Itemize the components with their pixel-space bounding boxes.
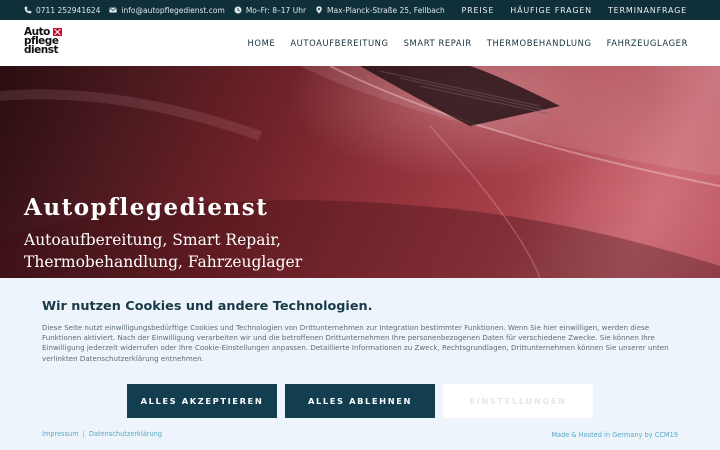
top-links: PREISE HÄUFIGE FRAGEN TERMINANFRAGE <box>446 0 687 20</box>
cookie-description: Diese Seite nutzt einwilligungsbedürftig… <box>42 323 669 363</box>
email-contact[interactable]: info@autopflegedienst.com <box>109 5 225 15</box>
address-contact[interactable]: Max-Planck-Straße 25, Fellbach <box>315 6 445 15</box>
hero-title: Autopflegedienst <box>24 194 269 221</box>
hero-subtitle-line2: Thermobehandlung, Fahrzeuglager <box>24 253 303 271</box>
nav-item-fahrzeuglager[interactable]: FAHRZEUGLAGER <box>607 38 688 48</box>
hero-subtitle-line1: Autoaufbereitung, Smart Repair, <box>24 231 282 249</box>
impressum-link[interactable]: Impressum <box>42 430 79 438</box>
nav-item-autoaufbereitung[interactable]: AUTOAUFBEREITUNG <box>290 38 388 48</box>
contact-info: 0711 252941624 info@autopflegedienst.com… <box>24 6 454 15</box>
phone-contact[interactable]: 0711 252941624 <box>24 6 100 15</box>
top-link-preise[interactable]: PREISE <box>462 6 495 15</box>
nav-item-home[interactable]: HOME <box>248 38 276 48</box>
top-link-faq[interactable]: HÄUFIGE FRAGEN <box>510 6 592 15</box>
top-contact-bar: 0711 252941624 info@autopflegedienst.com… <box>0 0 720 20</box>
hours-text: Mo–Fr: 8–17 Uhr <box>245 5 307 15</box>
hosted-by-link[interactable]: Made & Hosted in Germany by CCM19 <box>551 431 678 439</box>
cookie-consent-banner: Wir nutzen Cookies und andere Technologi… <box>0 278 720 450</box>
clock-icon <box>234 6 242 14</box>
cookie-footer-links: Impressum | Datenschutzerklärung <box>42 430 162 438</box>
site-header: Auto pflege dienst HOME AUTOAUFBEREITUNG… <box>0 20 720 66</box>
reject-all-button[interactable]: ALLES ABLEHNEN <box>285 384 435 418</box>
hero-banner: Autopflegedienst Autoaufbereitung, Smart… <box>0 66 720 278</box>
mail-icon <box>109 7 118 13</box>
address-text: Max-Planck-Straße 25, Fellbach <box>327 5 445 15</box>
nav-item-smart-repair[interactable]: SMART REPAIR <box>404 38 472 48</box>
accept-all-button[interactable]: ALLES AKZEPTIEREN <box>127 384 277 418</box>
site-logo[interactable]: Auto pflege dienst <box>24 27 68 59</box>
settings-button[interactable]: EINSTELLUNGEN <box>443 384 593 418</box>
nav-item-thermobehandlung[interactable]: THERMOBEHANDLUNG <box>487 38 592 48</box>
privacy-policy-link[interactable]: Datenschutzerklärung <box>89 430 162 438</box>
phone-icon <box>24 6 32 14</box>
footer-separator: | <box>82 430 85 438</box>
opening-hours: Mo–Fr: 8–17 Uhr <box>234 6 306 15</box>
cookie-title: Wir nutzen Cookies und andere Technologi… <box>42 299 373 314</box>
email-address: info@autopflegedienst.com <box>121 5 225 15</box>
location-pin-icon <box>316 6 322 14</box>
phone-number: 0711 252941624 <box>36 5 101 15</box>
main-nav: HOME AUTOAUFBEREITUNG SMART REPAIR THERM… <box>233 20 689 66</box>
top-link-terminanfrage[interactable]: TERMINANFRAGE <box>608 6 687 15</box>
logo-line-dienst: dienst <box>24 44 58 56</box>
